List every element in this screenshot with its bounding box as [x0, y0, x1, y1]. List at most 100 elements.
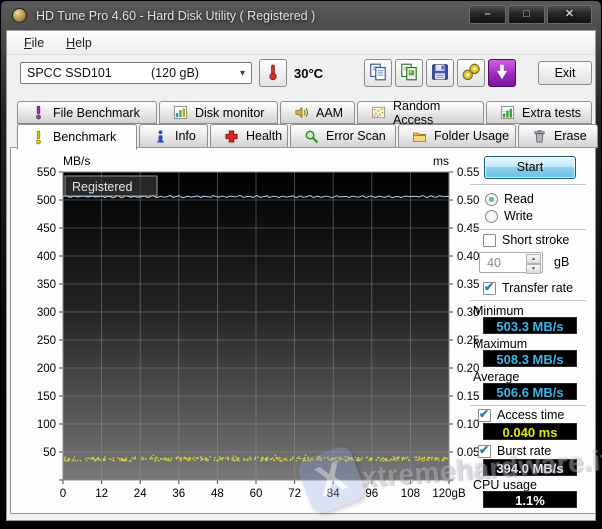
tab-random-access[interactable]: Random Access — [357, 98, 484, 127]
tab-label: Erase — [554, 129, 587, 143]
exit-button[interactable]: Exit — [538, 61, 592, 85]
options-icon — [461, 62, 481, 85]
tab-row-primary: Benchmark Info Health Error Scan Folder Usag… — [17, 124, 598, 150]
app-window: HD Tune Pro 4.60 - Hard Disk Utility ( R… — [0, 0, 602, 529]
transfer-rate-checkbox[interactable]: Transfer rate — [483, 280, 574, 295]
average-label: Average — [473, 370, 520, 384]
tab-label: Health — [246, 129, 283, 143]
client-area: File Help SPCC SSD101 (120 gB) ▾ 30°C Exi… — [6, 30, 598, 521]
short-stroke-size-value: 40 — [487, 256, 501, 270]
checkbox-icon — [478, 407, 491, 422]
copy-image-button[interactable] — [395, 59, 423, 87]
stepper-buttons: ▲ ▼ — [526, 254, 541, 274]
thermometer-icon — [264, 63, 282, 84]
read-label: Read — [504, 192, 534, 206]
checkbox-icon — [483, 280, 496, 295]
start-button[interactable]: Start — [484, 156, 576, 179]
spin-up-icon[interactable]: ▲ — [526, 254, 541, 264]
short-stroke-checkbox[interactable]: Short stroke — [483, 233, 569, 247]
divider — [470, 300, 586, 301]
toolbar: SPCC SSD101 (120 gB) ▾ 30°C Exit — [7, 55, 595, 101]
checkbox-icon — [478, 443, 491, 458]
checkbox-icon — [483, 233, 496, 247]
tab-row-secondary: File Benchmark Disk monitor AAM Random Acce… — [17, 98, 592, 127]
transfer-rate-label: Transfer rate — [502, 281, 574, 295]
error-scan-icon — [303, 128, 319, 144]
access-time-value: 0.040 ms — [483, 423, 577, 440]
tab-file-benchmark[interactable]: File Benchmark — [17, 101, 157, 124]
window-title: HD Tune Pro 4.60 - Hard Disk Utility ( R… — [36, 8, 316, 23]
write-label: Write — [504, 209, 533, 223]
copy-icon — [368, 62, 388, 85]
minimum-label: Minimum — [473, 304, 524, 318]
tab-label: Random Access — [393, 98, 441, 127]
info-icon — [152, 128, 168, 144]
menu-item-help[interactable]: Help — [55, 33, 103, 53]
close-button-icon[interactable]: ✕ — [547, 5, 592, 24]
maximum-value: 508.3 MB/s — [483, 350, 577, 367]
tab-label: Folder Usage — [434, 129, 510, 143]
maximum-label: Maximum — [473, 337, 528, 351]
drive-name: SPCC SSD101 — [27, 66, 112, 80]
read-radio[interactable]: Read — [485, 192, 534, 206]
health-icon — [223, 128, 239, 144]
cpu-usage-value: 1.1% — [483, 491, 577, 508]
tab-label: AAM — [316, 105, 344, 120]
tab-extra-tests[interactable]: Extra tests — [486, 101, 592, 124]
short-stroke-size-stepper[interactable]: 40 ▲ ▼ — [479, 252, 543, 274]
erase-icon — [531, 128, 547, 144]
tab-label: Extra tests — [522, 105, 582, 120]
temperature-button[interactable] — [259, 59, 287, 87]
save-button[interactable] — [426, 59, 454, 87]
menu-bar: File Help — [7, 31, 595, 55]
extra-tests-icon — [499, 105, 515, 121]
spin-down-icon[interactable]: ▼ — [526, 264, 541, 274]
tab-info[interactable]: Info — [139, 124, 208, 148]
tab-folder-usage[interactable]: Folder Usage — [398, 124, 516, 148]
short-stroke-unit: gB — [554, 255, 570, 269]
burst-rate-value: 394.0 MB/s — [483, 459, 577, 476]
app-icon — [12, 8, 27, 23]
access-time-checkbox[interactable]: Access time — [478, 407, 565, 422]
save-icon — [430, 62, 450, 85]
tab-label: Info — [175, 129, 196, 143]
average-value: 506.6 MB/s — [483, 383, 577, 400]
tab-aam[interactable]: AAM — [280, 101, 355, 124]
chevron-down-icon: ▾ — [239, 67, 245, 79]
tab-erase[interactable]: Erase — [518, 124, 598, 148]
options-button[interactable] — [457, 59, 485, 87]
burst-rate-checkbox[interactable]: Burst rate — [478, 443, 552, 458]
folder-usage-icon — [411, 128, 427, 144]
file-benchmark-icon — [30, 105, 46, 121]
tab-label: Error Scan — [326, 129, 386, 143]
radio-icon — [485, 209, 498, 223]
aam-icon — [293, 105, 309, 121]
download-button[interactable] — [488, 59, 516, 87]
copy-button[interactable] — [364, 59, 392, 87]
download-icon — [492, 62, 512, 85]
tab-label: File Benchmark — [53, 105, 140, 120]
short-stroke-label: Short stroke — [502, 233, 570, 247]
divider — [470, 184, 586, 185]
copy-image-icon — [399, 62, 419, 85]
menu-item-file[interactable]: File — [13, 33, 55, 53]
cpu-usage-label: CPU usage — [473, 478, 537, 492]
minimize-button-icon[interactable]: – — [469, 5, 506, 24]
maximize-button-icon[interactable]: □ — [508, 5, 545, 24]
temperature-value: 30°C — [294, 66, 324, 81]
tab-error-scan[interactable]: Error Scan — [290, 124, 396, 148]
tab-health[interactable]: Health — [210, 124, 288, 148]
minimum-value: 503.3 MB/s — [483, 317, 577, 334]
window-controls: – □ ✕ — [467, 5, 592, 24]
benchmark-icon — [30, 129, 46, 145]
benchmark-panel: 550 500 450 400 350 300 250 200 150 100 50 0.55 0.50… — [10, 147, 596, 514]
tab-benchmark[interactable]: Benchmark — [17, 124, 137, 150]
radio-icon — [485, 192, 498, 206]
tab-disk-monitor[interactable]: Disk monitor — [159, 101, 278, 124]
drive-selector[interactable]: SPCC SSD101 (120 gB) ▾ — [20, 62, 252, 84]
title-bar[interactable]: HD Tune Pro 4.60 - Hard Disk Utility ( R… — [1, 1, 601, 30]
access-time-label: Access time — [497, 408, 565, 422]
drive-capacity: (120 gB) — [151, 66, 199, 80]
burst-rate-label: Burst rate — [497, 444, 552, 458]
write-radio[interactable]: Write — [485, 209, 533, 223]
